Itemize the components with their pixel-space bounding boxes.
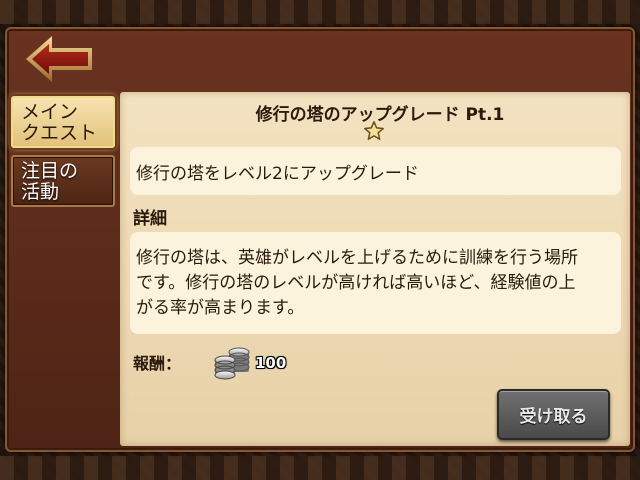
star-icon: [364, 121, 384, 140]
back-arrow-icon: [26, 36, 92, 82]
receive-button-label: 受け取る: [519, 407, 588, 427]
details-line: がる率が高まります。: [136, 298, 305, 318]
quest-objective: 修行の塔をレベル2にアップグレード: [130, 147, 621, 195]
details-line: 修行の塔は、英雄がレベルを上げるために訓練を行う場所: [136, 248, 578, 268]
details-line: です。修行の塔のレベルが高ければ高いほど、経験値の上: [136, 273, 576, 293]
objective-text: 修行の塔をレベル2にアップグレード: [136, 163, 419, 184]
reward-label: 報酬：: [133, 354, 182, 373]
tab-featured-label-line1: 注目の: [21, 160, 79, 182]
back-button[interactable]: [22, 33, 96, 85]
quest-details: 修行の塔は、英雄がレベルを上げるために訓練を行う場所 です。修行の塔のレベルが高…: [130, 232, 621, 334]
receive-reward-button[interactable]: 受け取る: [497, 389, 610, 440]
top-ornament: [0, 0, 640, 24]
quest-title: 修行の塔のアップグレード Pt.1: [255, 105, 505, 125]
tab-main-quest-label-line2: クエスト: [21, 122, 98, 144]
tab-featured-label-line2: 活動: [21, 181, 60, 203]
silver-coins-icon: [214, 347, 250, 380]
details-heading: 詳細: [133, 209, 167, 229]
bottom-ornament: [0, 456, 640, 480]
tab-featured-activities[interactable]: 注目の 活動: [11, 155, 115, 207]
reward-amount: 100: [255, 354, 287, 372]
